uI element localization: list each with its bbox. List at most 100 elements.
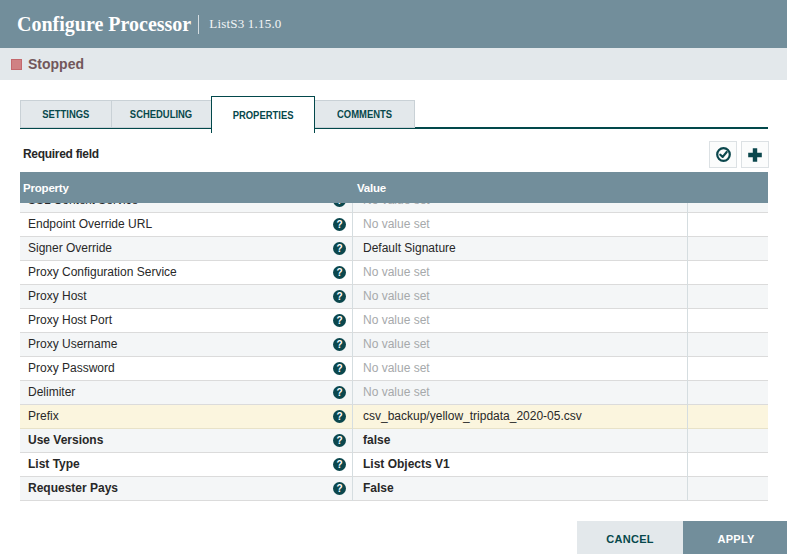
help-icon[interactable] <box>333 266 346 279</box>
row-spacer <box>687 381 768 404</box>
property-name: Delimiter <box>28 385 333 399</box>
property-value-cell[interactable]: No value set <box>352 333 687 356</box>
property-name-cell: List Type <box>20 453 352 476</box>
property-value-cell[interactable]: No value set <box>352 285 687 308</box>
apply-button[interactable]: APPLY <box>683 521 787 554</box>
row-spacer <box>687 405 768 428</box>
configure-processor-dialog: Configure Processor ListS3 1.15.0 Stoppe… <box>0 0 787 554</box>
tab-bar: SETTINGS SCHEDULING PROPERTIES COMMENTS <box>20 96 768 133</box>
property-value-cell[interactable]: No value set <box>352 381 687 404</box>
tab-label: SCHEDULING <box>130 108 192 120</box>
property-name-cell: Prefix <box>20 405 352 428</box>
table-header: Property Value <box>20 172 768 203</box>
property-value-cell[interactable]: No value set <box>352 357 687 380</box>
property-table: Property Value SSL Context Service No va… <box>20 172 768 501</box>
column-header-value: Value <box>357 182 386 194</box>
property-name-cell: Proxy Username <box>20 333 352 356</box>
table-row[interactable]: Use Versions false <box>20 429 768 453</box>
column-divider-2 <box>687 203 688 501</box>
tab[interactable]: COMMENTS <box>314 100 415 128</box>
row-spacer <box>687 477 768 500</box>
help-icon[interactable] <box>333 482 346 495</box>
help-icon[interactable] <box>333 218 346 231</box>
property-value-cell[interactable]: No value set <box>352 261 687 284</box>
dialog-title: Configure Processor <box>17 13 191 36</box>
help-icon[interactable] <box>333 386 346 399</box>
row-spacer <box>687 333 768 356</box>
status-label: Stopped <box>28 56 84 72</box>
add-property-icon <box>747 147 763 163</box>
verification-button[interactable] <box>709 141 737 168</box>
help-icon[interactable] <box>333 338 346 351</box>
stopped-icon <box>11 59 22 70</box>
property-name-cell: Use Versions <box>20 429 352 452</box>
cancel-button[interactable]: CANCEL <box>577 521 683 554</box>
property-name: Proxy Configuration Service <box>28 265 333 279</box>
table-body: SSL Context Service No value set Endpoin… <box>20 189 768 501</box>
property-value-cell[interactable]: csv_backup/yellow_tripdata_2020-05.csv <box>352 405 687 428</box>
property-name-cell: Proxy Host Port <box>20 309 352 332</box>
help-icon[interactable] <box>333 362 346 375</box>
tab-label: SETTINGS <box>42 108 89 120</box>
table-row[interactable]: Proxy Password No value set <box>20 357 768 381</box>
help-icon[interactable] <box>333 458 346 471</box>
property-name-cell: Proxy Configuration Service <box>20 261 352 284</box>
table-row[interactable]: Prefix csv_backup/yellow_tripdata_2020-0… <box>20 405 768 429</box>
property-value-cell[interactable]: Default Signature <box>352 237 687 260</box>
help-icon[interactable] <box>333 434 346 447</box>
row-spacer <box>687 357 768 380</box>
properties-toolbar: Required field <box>20 140 768 168</box>
column-divider-1 <box>352 203 353 501</box>
new-property-button[interactable] <box>741 141 769 168</box>
property-name: Requester Pays <box>28 481 333 495</box>
property-value-cell[interactable]: No value set <box>352 213 687 236</box>
property-name: Endpoint Override URL <box>28 217 333 231</box>
property-name: Signer Override <box>28 241 333 255</box>
tab-label: COMMENTS <box>337 108 392 120</box>
table-row[interactable]: List Type List Objects V1 <box>20 453 768 477</box>
property-name: Proxy Username <box>28 337 333 351</box>
property-name-cell: Proxy Password <box>20 357 352 380</box>
table-row[interactable]: Proxy Host Port No value set <box>20 309 768 333</box>
property-name-cell: Delimiter <box>20 381 352 404</box>
property-name: Proxy Host <box>28 289 333 303</box>
help-icon[interactable] <box>333 290 346 303</box>
status-bar: Stopped <box>0 48 787 80</box>
table-row[interactable]: Signer Override Default Signature <box>20 237 768 261</box>
property-name-cell: Proxy Host <box>20 285 352 308</box>
table-row[interactable]: Proxy Host No value set <box>20 285 768 309</box>
property-name-cell: Endpoint Override URL <box>20 213 352 236</box>
property-value-cell[interactable]: False <box>352 477 687 500</box>
property-name: Prefix <box>28 409 333 423</box>
column-header-property: Property <box>20 182 69 194</box>
property-name: Proxy Password <box>28 361 333 375</box>
processor-name-version: ListS3 1.15.0 <box>209 16 281 32</box>
dialog-titlebar: Configure Processor ListS3 1.15.0 <box>0 0 787 48</box>
tab[interactable]: SCHEDULING <box>111 100 212 128</box>
help-icon[interactable] <box>333 410 346 423</box>
tab[interactable]: SETTINGS <box>20 100 112 128</box>
table-row[interactable]: Endpoint Override URL No value set <box>20 213 768 237</box>
row-spacer <box>687 309 768 332</box>
row-spacer <box>687 453 768 476</box>
tab-list: SETTINGS SCHEDULING PROPERTIES COMMENTS <box>20 96 414 133</box>
table-row[interactable]: Proxy Username No value set <box>20 333 768 357</box>
title-separator <box>198 15 199 34</box>
tab-label: PROPERTIES <box>233 109 294 121</box>
property-value-cell[interactable]: false <box>352 429 687 452</box>
table-row[interactable]: Delimiter No value set <box>20 381 768 405</box>
help-icon[interactable] <box>333 314 346 327</box>
table-row[interactable]: Proxy Configuration Service No value set <box>20 261 768 285</box>
required-field-label: Required field <box>23 147 99 161</box>
table-row[interactable]: Requester Pays False <box>20 477 768 501</box>
property-name: List Type <box>28 457 333 471</box>
row-spacer <box>687 261 768 284</box>
row-spacer <box>687 429 768 452</box>
property-name-cell: Requester Pays <box>20 477 352 500</box>
help-icon[interactable] <box>333 242 346 255</box>
property-value-cell[interactable]: No value set <box>352 309 687 332</box>
property-value-cell[interactable]: List Objects V1 <box>352 453 687 476</box>
tab[interactable]: PROPERTIES <box>211 96 315 133</box>
verification-check-icon <box>715 146 732 163</box>
property-name-cell: Signer Override <box>20 237 352 260</box>
